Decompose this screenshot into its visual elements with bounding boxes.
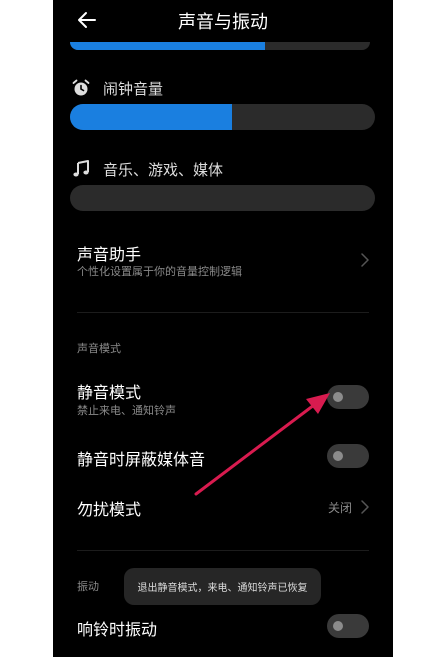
sound-assistant-title: 声音助手	[77, 245, 142, 264]
sound-assistant-row[interactable]: 声音助手 个性化设置属于你的音量控制逻辑	[53, 236, 393, 284]
section-header-vibration: 振动	[77, 580, 99, 593]
volume-slider-top[interactable]	[70, 42, 370, 50]
do-not-disturb-title: 勿扰模式	[77, 500, 142, 519]
header: 声音与振动	[53, 0, 393, 40]
page-title: 声音与振动	[178, 12, 268, 33]
divider	[77, 312, 369, 313]
ring-vibrate-toggle[interactable]	[327, 614, 369, 638]
chevron-right-icon	[361, 500, 369, 514]
silent-mode-row[interactable]: 静音模式 禁止来电、通知铃声	[53, 376, 393, 422]
media-volume-label: 音乐、游戏、媒体	[103, 160, 224, 179]
section-header-sound-mode: 声音模式	[77, 342, 121, 355]
do-not-disturb-row[interactable]: 勿扰模式 关闭	[53, 494, 393, 520]
silent-mode-title: 静音模式	[77, 383, 142, 402]
phone-screen: 声音与振动 闹钟音量 音乐、游戏、媒体 声音助手 个性化设置属于你的音量控制逻辑	[53, 0, 393, 657]
toggle-knob	[333, 621, 343, 631]
ring-vibrate-row[interactable]: 响铃时振动	[53, 614, 393, 640]
silent-mode-toggle[interactable]	[327, 385, 369, 409]
alarm-volume-slider[interactable]	[70, 104, 375, 130]
do-not-disturb-status: 关闭	[328, 501, 353, 515]
toggle-knob	[333, 392, 343, 402]
volume-slider-top-fill	[70, 42, 265, 50]
divider	[77, 550, 369, 551]
ring-vibrate-title: 响铃时振动	[77, 620, 158, 639]
mute-media-title: 静音时屏蔽媒体音	[77, 450, 206, 469]
toggle-knob	[333, 451, 343, 461]
alarm-volume-label: 闹钟音量	[103, 79, 164, 98]
sound-assistant-subtitle: 个性化设置属于你的音量控制逻辑	[77, 265, 242, 278]
media-volume-slider[interactable]	[70, 185, 375, 211]
alarm-volume-label-row: 闹钟音量	[71, 76, 163, 100]
toast-text: 退出静音模式，来电、通知铃声已恢复	[137, 583, 308, 594]
silent-mode-subtitle: 禁止来电、通知铃声	[77, 404, 176, 417]
toast: 退出静音模式，来电、通知铃声已恢复	[124, 568, 321, 605]
chevron-right-icon	[361, 253, 369, 267]
mute-media-row[interactable]: 静音时屏蔽媒体音	[53, 444, 393, 470]
alarm-volume-slider-fill	[70, 104, 232, 130]
media-volume-label-row: 音乐、游戏、媒体	[71, 157, 223, 181]
alarm-clock-icon	[72, 79, 90, 96]
mute-media-toggle[interactable]	[327, 444, 369, 468]
music-note-icon	[73, 160, 89, 177]
